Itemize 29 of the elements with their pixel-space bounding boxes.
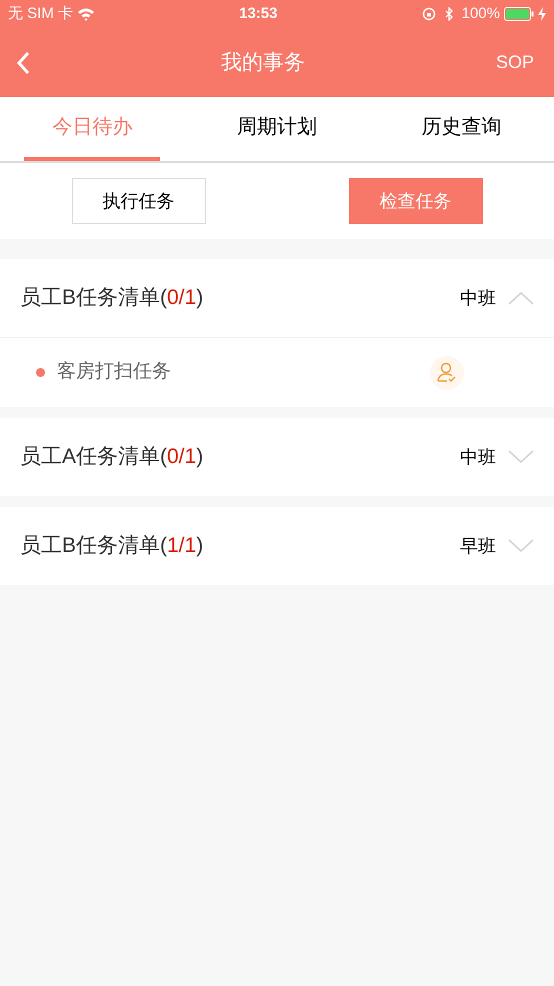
person-check-icon[interactable] bbox=[430, 356, 464, 390]
chevron-down-icon[interactable] bbox=[508, 539, 534, 553]
chevron-down-icon[interactable] bbox=[508, 450, 534, 464]
mode-button[interactable]: 执行任务 bbox=[72, 178, 206, 224]
bluetooth-icon bbox=[444, 7, 454, 21]
tab[interactable]: 周期计划 bbox=[209, 97, 345, 161]
task-list-title: 员工B任务清单(0/1) bbox=[20, 285, 204, 312]
battery-percent: 100% bbox=[462, 4, 500, 24]
shift-label: 早班 bbox=[460, 534, 496, 558]
tab[interactable]: 历史查询 bbox=[394, 97, 530, 161]
task-name: 客房打扫任务 bbox=[57, 360, 172, 384]
battery-icon bbox=[504, 7, 534, 21]
shift-label: 中班 bbox=[460, 286, 496, 310]
carrier-text: 无 SIM 卡 bbox=[8, 4, 74, 24]
chevron-up-icon[interactable] bbox=[508, 291, 534, 305]
task-row[interactable]: 客房打扫任务 bbox=[0, 337, 554, 407]
charging-bolt-icon bbox=[538, 7, 546, 21]
page-title: 我的事务 bbox=[220, 50, 306, 76]
shift-label: 中班 bbox=[460, 446, 496, 468]
clock-text: 13:53 bbox=[238, 4, 278, 24]
wifi-icon bbox=[77, 7, 96, 21]
task-list-header[interactable]: 员工A任务清单(0/1) 中班 bbox=[0, 418, 554, 496]
back-icon[interactable] bbox=[16, 50, 30, 74]
rotation-lock-icon bbox=[422, 7, 436, 21]
task-list-header[interactable]: 员工B任务清单(0/1) 中班 bbox=[0, 259, 554, 337]
task-list-header[interactable]: 员工B任务清单(1/1) 早班 bbox=[0, 507, 554, 585]
task-list-title: 员工B任务清单(1/1) bbox=[20, 533, 204, 560]
bullet-icon bbox=[36, 368, 45, 377]
task-list-title: 员工A任务清单(0/1) bbox=[20, 444, 204, 470]
